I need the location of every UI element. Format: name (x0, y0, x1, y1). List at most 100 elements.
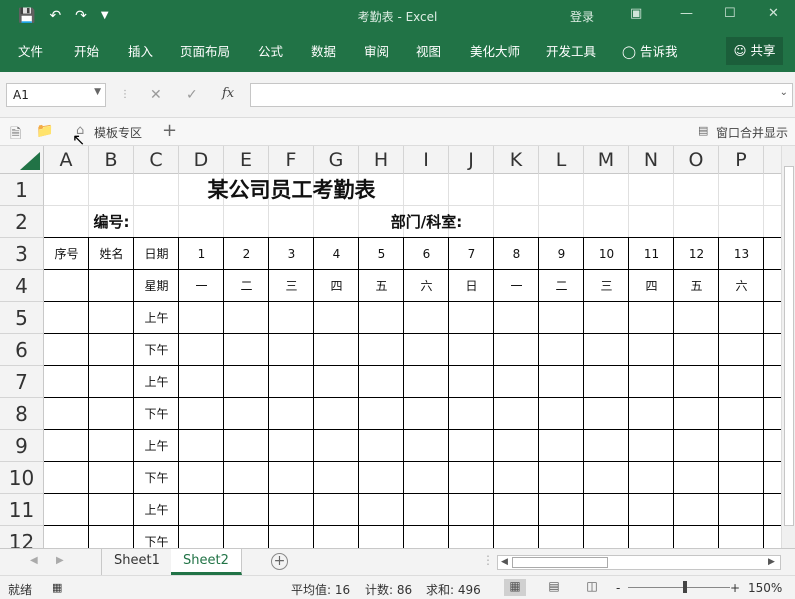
column-header[interactable]: O (674, 146, 719, 174)
horizontal-scrollbar[interactable]: ◀ ▶ (497, 555, 781, 570)
tab-home[interactable]: 开始 (74, 41, 99, 60)
weekday-cell[interactable]: 五 (674, 270, 719, 302)
period-cell[interactable]: 上午 (134, 366, 179, 398)
weekday-cell[interactable]: 六 (404, 270, 449, 302)
new-file-icon[interactable]: 🗎 (10, 123, 21, 147)
row-header[interactable]: 11 (0, 494, 44, 526)
page-break-view-icon[interactable]: ◫ (581, 579, 603, 596)
tab-insert[interactable]: 插入 (128, 41, 153, 60)
column-header[interactable]: P (719, 146, 764, 174)
add-tab-button[interactable]: + (162, 120, 177, 141)
sheet-tab-sheet1[interactable]: Sheet1 (101, 549, 173, 575)
period-cell[interactable]: 下午 (134, 398, 179, 430)
weekday-cell[interactable]: 三 (269, 270, 314, 302)
sheet-title-cell[interactable]: 某公司员工考勤表 (179, 174, 404, 206)
header-cell[interactable]: 3 (269, 238, 314, 270)
row-header[interactable]: 2 (0, 206, 44, 238)
zoom-in-button[interactable]: + (730, 581, 740, 595)
ribbon-display-icon[interactable]: ▣ (630, 6, 642, 21)
column-header[interactable]: H (359, 146, 404, 174)
weekday-cell[interactable]: 四 (629, 270, 674, 302)
folder-icon[interactable]: 📁 (36, 123, 53, 139)
weekday-cell[interactable]: 四 (314, 270, 359, 302)
weekday-cell[interactable]: 星期 (134, 270, 179, 302)
sheet-tab-sheet2[interactable]: Sheet2 (171, 549, 242, 575)
row-header[interactable]: 1 (0, 174, 44, 206)
column-header[interactable]: L (539, 146, 584, 174)
horizontal-scroll-thumb[interactable] (512, 557, 608, 568)
column-header[interactable]: J (449, 146, 494, 174)
weekday-cell[interactable] (44, 270, 89, 302)
row-header[interactable]: 12 (0, 526, 44, 548)
zoom-level[interactable]: 150% (748, 581, 782, 595)
period-cell[interactable]: 上午 (134, 430, 179, 462)
next-sheet-icon[interactable]: ▶ (56, 555, 64, 566)
weekday-cell[interactable]: 六 (719, 270, 764, 302)
weekday-cell[interactable]: 二 (224, 270, 269, 302)
row-header[interactable]: 6 (0, 334, 44, 366)
header-cell[interactable]: 5 (359, 238, 404, 270)
scroll-left-icon[interactable]: ◀ (501, 557, 508, 567)
period-cell[interactable]: 上午 (134, 302, 179, 334)
page-layout-view-icon[interactable]: ▤ (543, 579, 565, 596)
number-label-cell[interactable]: 编号: (44, 206, 179, 238)
dept-label-cell[interactable]: 部门/科室: (359, 206, 494, 238)
column-header[interactable]: C (134, 146, 179, 174)
header-cell[interactable]: 4 (314, 238, 359, 270)
macro-record-icon[interactable]: ▦ (52, 581, 62, 594)
tab-data[interactable]: 数据 (311, 41, 336, 60)
header-cell[interactable]: 日期 (134, 238, 179, 270)
merge-windows-button[interactable]: 窗口合并显示 (716, 124, 788, 141)
column-header[interactable]: A (44, 146, 89, 174)
share-button[interactable]: ☺ 共享 (726, 37, 783, 65)
zoom-out-button[interactable]: - (616, 581, 620, 595)
column-header[interactable]: M (584, 146, 629, 174)
column-header[interactable]: N (629, 146, 674, 174)
weekday-cell[interactable] (89, 270, 134, 302)
row-header[interactable]: 10 (0, 462, 44, 494)
normal-view-icon[interactable]: ▦ (504, 579, 526, 596)
select-all-corner[interactable] (0, 146, 44, 174)
enter-icon[interactable]: ✓ (186, 87, 198, 103)
header-cell[interactable]: 6 (404, 238, 449, 270)
cancel-icon[interactable]: ✕ (150, 87, 162, 103)
weekday-cell[interactable]: 日 (449, 270, 494, 302)
close-icon[interactable]: ✕ (768, 6, 779, 21)
period-cell[interactable]: 下午 (134, 334, 179, 366)
template-zone-tab[interactable]: 模板专区 (94, 124, 142, 141)
scroll-right-icon[interactable]: ▶ (768, 557, 775, 567)
insert-function-button[interactable]: fx (222, 86, 234, 101)
header-cell[interactable]: 10 (584, 238, 629, 270)
header-cell[interactable]: 姓名 (89, 238, 134, 270)
column-header[interactable]: D (179, 146, 224, 174)
row-header[interactable]: 7 (0, 366, 44, 398)
tab-view[interactable]: 视图 (416, 41, 441, 60)
header-cell[interactable]: 7 (449, 238, 494, 270)
period-cell[interactable]: 上午 (134, 494, 179, 526)
zoom-slider[interactable] (628, 587, 730, 588)
maximize-icon[interactable]: ☐ (724, 6, 736, 21)
weekday-cell[interactable]: 一 (179, 270, 224, 302)
row-header[interactable]: 8 (0, 398, 44, 430)
header-cell[interactable]: 11 (629, 238, 674, 270)
vertical-scrollbar[interactable] (781, 146, 795, 548)
weekday-cell[interactable]: 一 (494, 270, 539, 302)
column-header[interactable]: I (404, 146, 449, 174)
formula-input[interactable]: ⌄ (250, 83, 793, 107)
minimize-icon[interactable]: — (680, 6, 693, 21)
row-header[interactable]: 9 (0, 430, 44, 462)
weekday-cell[interactable]: 五 (359, 270, 404, 302)
vertical-scroll-thumb[interactable] (784, 166, 794, 526)
header-cell[interactable]: 9 (539, 238, 584, 270)
header-cell[interactable]: 12 (674, 238, 719, 270)
tab-formulas[interactable]: 公式 (258, 41, 283, 60)
tell-me-search[interactable]: ◯ 告诉我 (622, 41, 678, 60)
column-header[interactable]: F (269, 146, 314, 174)
header-cell[interactable]: 8 (494, 238, 539, 270)
header-cell[interactable]: 序号 (44, 238, 89, 270)
zoom-slider-thumb[interactable] (683, 581, 687, 593)
tab-file[interactable]: 文件 (18, 41, 43, 60)
login-link[interactable]: 登录 (570, 8, 594, 25)
period-cell[interactable]: 下午 (134, 526, 179, 548)
column-header[interactable]: K (494, 146, 539, 174)
